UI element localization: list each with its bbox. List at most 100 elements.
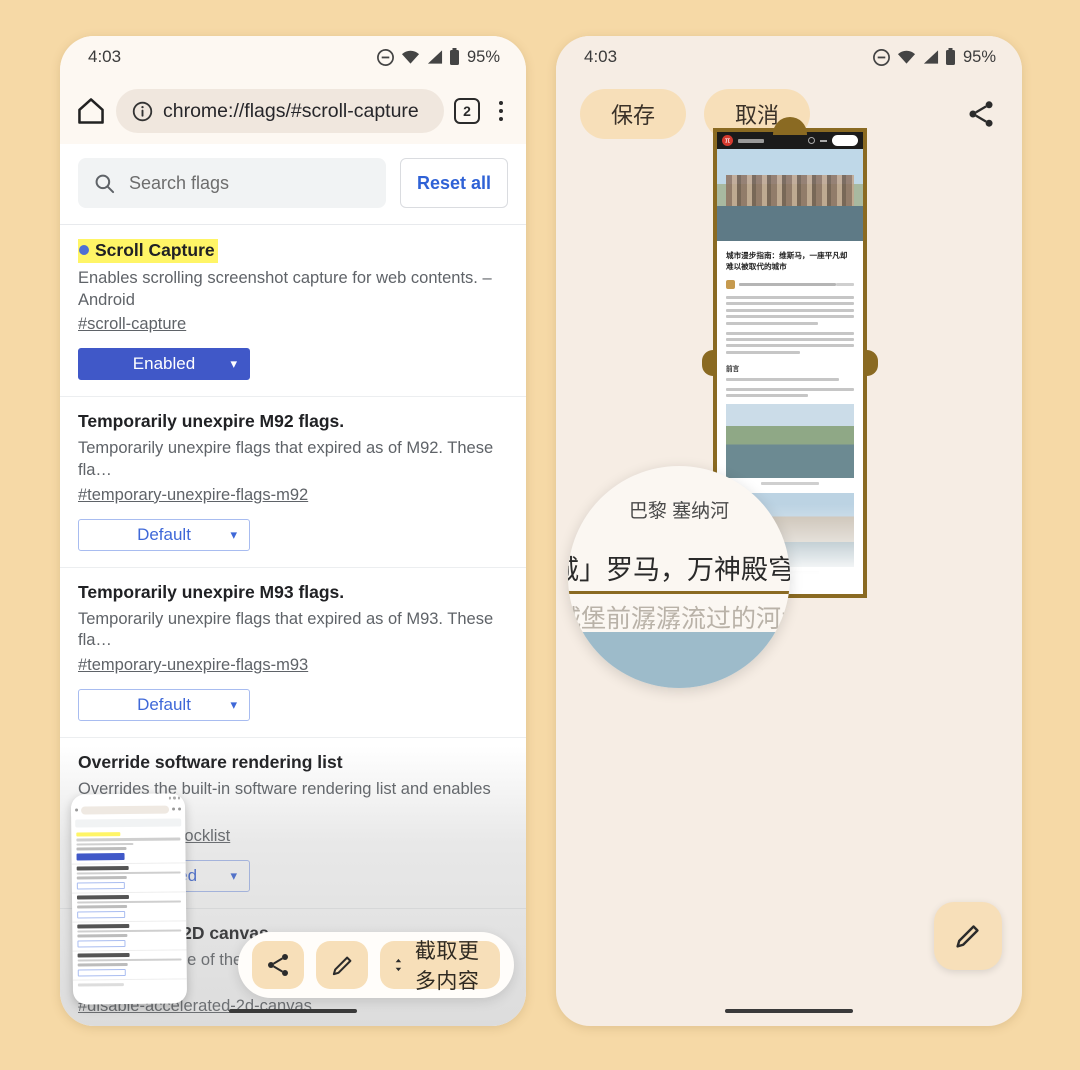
expand-vertical-icon	[395, 958, 402, 972]
share-icon[interactable]	[966, 99, 996, 129]
reset-all-button[interactable]: Reset all	[399, 158, 508, 208]
paragraph	[726, 331, 854, 354]
crop-handle-right[interactable]	[867, 350, 878, 376]
thumb-flag-row	[71, 829, 186, 865]
left-phone-mockup: 4:03 95% chrome://flags/#scroll-capture …	[60, 36, 526, 1026]
author-name	[739, 283, 836, 286]
flag-title: Override software rendering list	[78, 752, 343, 773]
site-brand	[738, 138, 764, 143]
search-icon	[95, 174, 115, 193]
chevron-down-icon: ▾	[230, 697, 237, 713]
flag-item-unexpire-m93: Temporarily unexpire M93 flags. Temporar…	[60, 568, 526, 739]
cellular-signal-icon	[923, 50, 939, 64]
status-icons: 95%	[376, 48, 500, 67]
loupe-line-2: 城」罗马，万神殿穹顶射下来	[568, 555, 790, 585]
loupe-crop-edge	[568, 591, 790, 594]
paragraph	[726, 377, 854, 381]
publish-date	[836, 283, 854, 286]
pencil-icon	[956, 925, 979, 948]
do-not-disturb-icon	[377, 48, 394, 66]
magnifier-loupe: 巴黎 塞纳河 城」罗马，万神殿穹顶射下来 城堡前潺潺流过的河水？	[568, 466, 790, 688]
battery-icon	[449, 48, 459, 65]
flag-anchor-link[interactable]: #scroll-capture	[78, 315, 508, 334]
capture-toolbar: 截取更多内容	[238, 932, 514, 998]
thumb-flag-row	[72, 920, 187, 952]
wifi-icon	[401, 50, 420, 64]
status-icons: 95%	[872, 48, 996, 67]
avatar	[726, 280, 735, 289]
flag-title: Temporarily unexpire M92 flags.	[78, 411, 345, 432]
edit-fab-button[interactable]	[934, 902, 1002, 970]
flag-anchor-link[interactable]: #temporary-unexpire-flags-m92	[78, 486, 508, 505]
image-caption	[760, 482, 820, 486]
paragraph	[726, 387, 854, 398]
status-bar: 4:03 95%	[556, 36, 1022, 78]
gesture-nav-bar[interactable]	[60, 996, 526, 1026]
do-not-disturb-icon	[873, 48, 890, 66]
search-input[interactable]: Search flags	[78, 158, 386, 208]
share-icon	[268, 954, 288, 976]
thumb-flag-row	[71, 862, 186, 894]
status-time: 4:03	[88, 47, 122, 66]
tab-switcher-button[interactable]: 2	[454, 98, 480, 124]
gesture-pill	[725, 1008, 853, 1014]
modified-dot-icon	[79, 245, 89, 255]
loupe-line-1: 巴黎 塞纳河	[628, 501, 730, 522]
article-byline	[726, 280, 854, 289]
site-logo-icon: π	[722, 135, 733, 146]
screenshot-thumbnail[interactable]	[70, 793, 188, 1005]
wifi-icon	[897, 50, 916, 64]
reset-all-label: Reset all	[416, 172, 491, 193]
chevron-down-icon: ▾	[230, 356, 237, 372]
section-heading: 前言	[726, 365, 740, 373]
battery-icon	[945, 48, 955, 65]
loupe-image-area	[568, 632, 790, 688]
article-title: 城市漫步指南：维斯马，一座平凡却难以被取代的城市	[726, 251, 848, 271]
right-phone-mockup: 4:03 95% 保存 取消 π 城市漫步指南：维斯马，一座平凡却难以被取代的城…	[556, 36, 1022, 1026]
flag-title: Temporarily unexpire M93 flags.	[78, 581, 345, 602]
pencil-icon	[332, 956, 351, 975]
tab-count-label: 2	[463, 103, 471, 119]
flag-item-unexpire-m92: Temporarily unexpire M92 flags. Temporar…	[60, 397, 526, 568]
home-icon[interactable]	[76, 96, 106, 126]
capture-more-label: 截取更多内容	[414, 940, 480, 993]
flag-item-scroll-capture: Scroll Capture Enables scrolling screens…	[60, 225, 526, 398]
thumb-omnibox	[70, 802, 186, 817]
flag-state-value: Default	[137, 524, 191, 544]
cellular-signal-icon	[427, 50, 443, 64]
article-image-seine	[726, 404, 854, 479]
flag-description: Temporarily unexpire flags that expired …	[78, 439, 494, 480]
flag-description: Enables scrolling screenshot capture for…	[78, 268, 492, 309]
flag-state-value: Default	[137, 695, 191, 715]
login-button	[832, 135, 858, 146]
chevron-down-icon: ▾	[230, 867, 237, 883]
chevron-down-icon: ▾	[230, 526, 237, 542]
url-bar[interactable]: chrome://flags/#scroll-capture	[116, 89, 444, 133]
chrome-omnibox-bar: chrome://flags/#scroll-capture 2	[60, 78, 526, 144]
flag-state-value: Enabled	[132, 354, 196, 374]
flag-anchor-link[interactable]: #temporary-unexpire-flags-m93	[78, 656, 508, 675]
gesture-pill	[229, 1008, 357, 1014]
battery-percent: 95%	[962, 47, 996, 66]
battery-percent: 95%	[466, 47, 500, 66]
kebab-menu-icon[interactable]	[490, 100, 512, 122]
loupe-line-3: 城堡前潺潺流过的河水？	[568, 605, 790, 633]
info-circle-icon[interactable]	[132, 101, 153, 122]
thumb-footer	[73, 979, 187, 990]
flag-state-select[interactable]: Default ▾	[78, 518, 250, 551]
status-bar: 4:03 95%	[60, 36, 526, 78]
cancel-label: 取消	[734, 103, 779, 128]
crop-handle-left[interactable]	[702, 350, 713, 376]
edit-button[interactable]	[316, 941, 368, 989]
flag-title: Scroll Capture	[78, 239, 218, 263]
paragraph	[726, 296, 854, 325]
menu-icon	[820, 139, 827, 142]
share-button[interactable]	[252, 941, 304, 989]
flag-state-select[interactable]: Enabled ▾	[78, 348, 250, 381]
save-button[interactable]: 保存	[580, 89, 686, 139]
gesture-nav-bar[interactable]	[556, 996, 1022, 1026]
thumb-flag-row	[71, 891, 187, 923]
flag-state-select[interactable]: Default ▾	[78, 689, 250, 722]
status-time: 4:03	[584, 47, 618, 66]
capture-more-button[interactable]: 截取更多内容	[380, 940, 500, 993]
